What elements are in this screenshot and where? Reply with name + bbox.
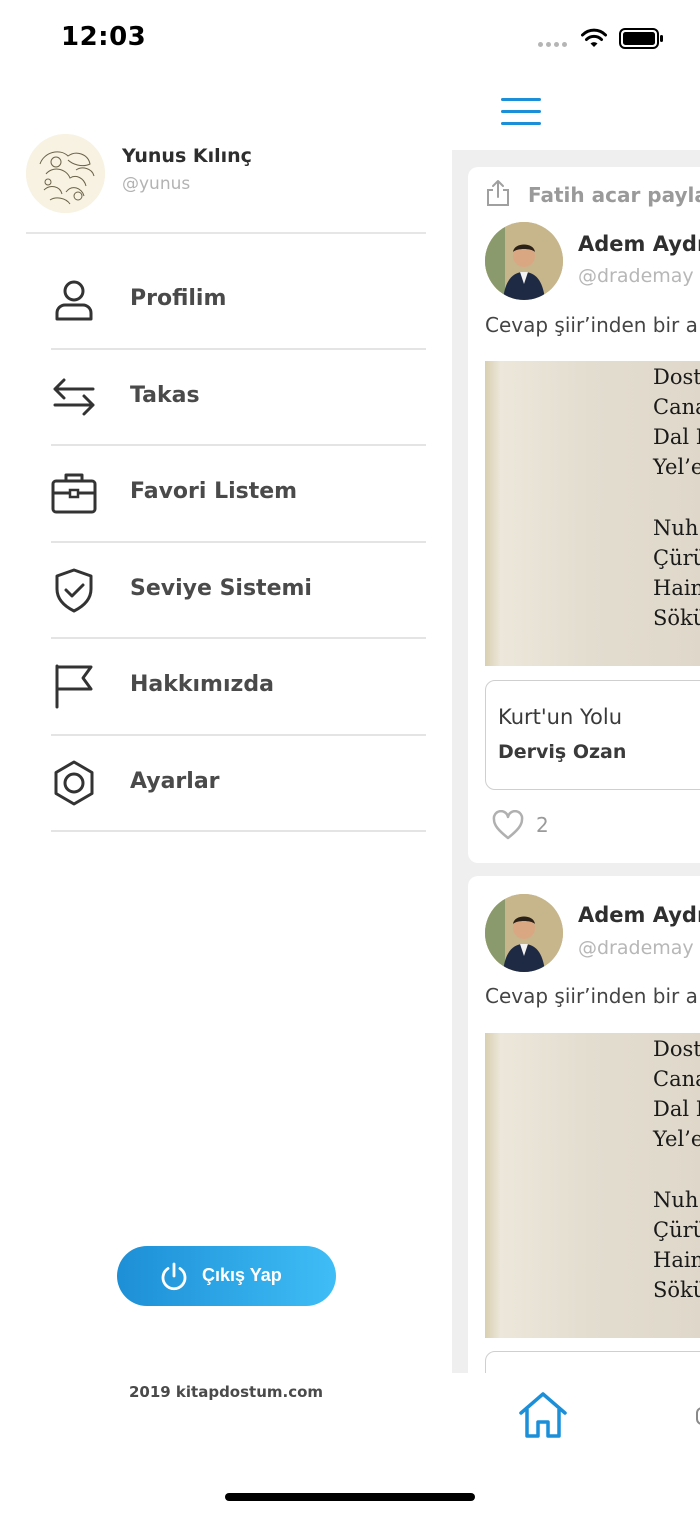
post-text: Cevap şiir’inden bir a	[485, 313, 698, 337]
flag-icon	[55, 664, 93, 709]
menu-item-seviye-sistemi[interactable]: Seviye Sistemi	[51, 543, 426, 639]
signal-icon	[538, 42, 567, 47]
post-author: Adem Aydı	[578, 232, 700, 256]
page-line: Dost	[653, 1037, 700, 1061]
page-line: Dal I	[653, 1097, 700, 1121]
page-line: Dost	[653, 365, 700, 389]
page-line: Nuh’	[653, 516, 700, 540]
post-author: Adem Aydı	[578, 903, 700, 927]
book-info[interactable]	[485, 1351, 700, 1373]
page-line: Sökü	[653, 606, 700, 630]
wifi-icon	[581, 28, 607, 47]
tab-bar	[452, 1373, 700, 1515]
menu-item-takas[interactable]: Takas	[51, 350, 426, 446]
footer-text: 2019 kitapdostum.com	[128, 1383, 324, 1401]
book-title: Kurt'un Yolu	[498, 705, 623, 729]
post-image[interactable]: Dost Cana Dal I Yel’e Nuh’ Çürü Hain Sök…	[485, 1033, 700, 1338]
share-icon	[487, 180, 509, 206]
share-row: Fatih acar payla	[486, 179, 700, 209]
menu-item-favori-listem[interactable]: Favori Listem	[51, 446, 426, 543]
home-icon[interactable]	[517, 1391, 569, 1439]
main-content: Fatih acar payla Adem Aydı @drademay Cev…	[452, 76, 700, 1515]
divider	[26, 232, 426, 234]
like-count: 2	[536, 813, 549, 837]
post-card[interactable]: Adem Aydı @drademay Cevap şiir’inden bir…	[468, 876, 700, 1373]
status-time: 12:03	[61, 22, 147, 52]
book-author: Derviş Ozan	[498, 741, 627, 763]
briefcase-icon	[51, 473, 97, 514]
menu-item-label: Takas	[130, 382, 200, 408]
post-handle: @drademay	[578, 265, 694, 287]
menu-item-label: Seviye Sistemi	[130, 575, 312, 601]
profile-header[interactable]: Yunus Kılınç @yunus	[26, 134, 426, 214]
menu-item-label: Profilim	[130, 286, 227, 311]
menu-item-label: Hakkımızda	[130, 672, 274, 697]
menu-item-profilim[interactable]: Profilim	[51, 253, 426, 350]
top-bar	[452, 76, 700, 150]
page-line: Sökü	[653, 1278, 700, 1302]
logout-button[interactable]: Çıkış Yap	[117, 1246, 336, 1306]
post-image[interactable]: Dost Cana Dal I Yel’e Nuh’ Çürü Hain Sök…	[485, 361, 700, 666]
profile-handle: @yunus	[122, 174, 191, 194]
author-avatar[interactable]	[485, 894, 563, 972]
settings-hexagon-icon	[54, 760, 94, 805]
feed[interactable]: Fatih acar payla Adem Aydı @drademay Cev…	[452, 150, 700, 1373]
battery-icon	[619, 28, 663, 49]
author-avatar[interactable]	[485, 222, 563, 300]
status-bar: 12:03	[0, 0, 700, 76]
menu-item-ayarlar[interactable]: Ayarlar	[51, 736, 426, 832]
tab-icon[interactable]	[696, 1407, 700, 1425]
page-line: Cana	[653, 1067, 700, 1091]
page-line: Hain	[653, 576, 700, 600]
power-icon	[161, 1262, 187, 1291]
share-text: Fatih acar payla	[528, 183, 700, 207]
menu-item-label: Ayarlar	[130, 768, 220, 794]
home-indicator	[225, 1493, 475, 1501]
post-handle: @drademay	[578, 937, 694, 959]
shield-check-icon	[55, 568, 93, 612]
page-line: Dal I	[653, 425, 700, 449]
post-text: Cevap şiir’inden bir a	[485, 984, 698, 1008]
menu-item-label: Favori Listem	[130, 479, 298, 504]
page-line: Cana	[653, 395, 700, 419]
swap-arrows-icon	[53, 378, 95, 415]
avatar[interactable]	[26, 134, 105, 213]
logout-label: Çıkış Yap	[202, 1265, 282, 1285]
profile-name: Yunus Kılınç	[122, 145, 252, 167]
page-line: Yel’e	[653, 1127, 700, 1151]
page-line: Yel’e	[653, 455, 700, 479]
page-line: Çürü	[653, 1218, 700, 1242]
drawer-menu: Profilim Takas Favori Listem Seviye Sist…	[51, 253, 426, 832]
side-drawer: Yunus Kılınç @yunus Profilim Takas Favor…	[0, 76, 452, 1515]
page-line: Hain	[653, 1248, 700, 1272]
user-icon	[55, 280, 93, 321]
page-line: Çürü	[653, 546, 700, 570]
post-card[interactable]: Fatih acar payla Adem Aydı @drademay Cev…	[468, 167, 700, 863]
page-line: Nuh’	[653, 1188, 700, 1212]
menu-item-hakkimizda[interactable]: Hakkımızda	[51, 639, 426, 736]
heart-icon[interactable]	[492, 810, 524, 840]
hamburger-menu-icon[interactable]	[501, 96, 541, 128]
book-info[interactable]: Kurt'un Yolu Derviş Ozan	[485, 680, 700, 790]
